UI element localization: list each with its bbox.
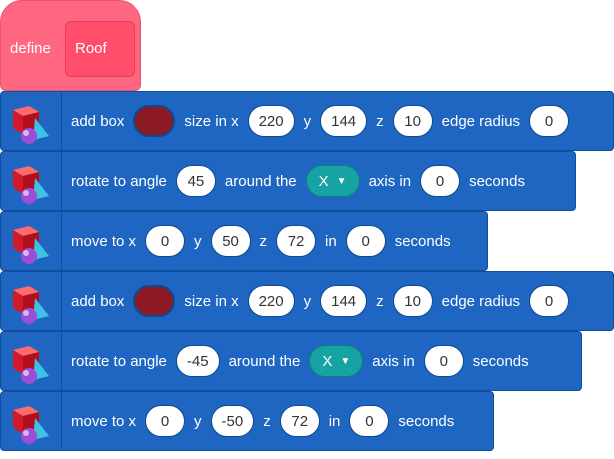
size-x-input[interactable]: 220	[247, 285, 295, 317]
time-input[interactable]: 0	[349, 405, 390, 437]
move-z-input[interactable]: 72	[279, 405, 320, 437]
block-icon-area	[1, 392, 62, 450]
edge-radius-label: edge radius	[441, 292, 521, 310]
define-label: define	[10, 40, 51, 57]
z-label: z	[263, 412, 271, 430]
define-name: Roof	[75, 40, 107, 57]
time-input[interactable]: 0	[423, 345, 464, 377]
3d-shapes-icon	[13, 166, 49, 204]
size-label: size in x	[184, 112, 239, 130]
move-block[interactable]: move to x 0 y -50 z 72 in 0 seconds	[0, 391, 494, 451]
move-y-input[interactable]: 50	[210, 225, 251, 257]
size-z-input[interactable]: 10	[392, 285, 433, 317]
z-label: z	[259, 232, 268, 250]
block-icon-area	[1, 212, 62, 270]
caret-down-icon: ▼	[340, 355, 351, 367]
rotate-block[interactable]: rotate to angle -45 around the X ▼ axis i…	[0, 331, 582, 391]
move-x-input[interactable]: 0	[145, 405, 186, 437]
caret-down-icon: ▼	[336, 175, 347, 187]
axis-in-label: axis in	[368, 172, 412, 190]
add-box-label: add box	[71, 112, 125, 130]
axis-value: X	[322, 352, 333, 370]
size-label: size in x	[184, 292, 239, 310]
block-icon-area	[1, 92, 62, 150]
move-label: move to x	[71, 412, 137, 430]
move-y-input[interactable]: -50	[210, 405, 255, 437]
move-x-input[interactable]: 0	[145, 225, 186, 257]
axis-in-label: axis in	[372, 352, 415, 370]
in-label: in	[325, 232, 337, 250]
y-label: y	[303, 292, 312, 310]
axis-dropdown[interactable]: X ▼	[305, 165, 360, 197]
move-label: move to x	[71, 232, 137, 250]
edge-radius-input[interactable]: 0	[529, 105, 570, 137]
seconds-label: seconds	[472, 352, 529, 370]
define-block[interactable]: define Roof	[0, 0, 141, 91]
rotate-label: rotate to angle	[71, 352, 167, 370]
add-box-label: add box	[71, 292, 125, 310]
size-z-input[interactable]: 10	[392, 105, 433, 137]
block-icon-area	[1, 332, 62, 390]
time-input[interactable]: 0	[345, 225, 386, 257]
angle-input[interactable]: 45	[175, 165, 216, 197]
move-z-input[interactable]: 72	[276, 225, 317, 257]
3d-shapes-icon	[13, 346, 49, 384]
3d-shapes-icon	[13, 226, 49, 264]
edge-radius-input[interactable]: 0	[529, 285, 570, 317]
3d-shapes-icon	[13, 106, 49, 144]
add-box-block[interactable]: add box size in x 220 y 144 z 10 edge ra…	[0, 271, 614, 331]
y-label: y	[194, 232, 202, 250]
seconds-label: seconds	[469, 172, 525, 190]
rotate-label: rotate to angle	[71, 172, 167, 190]
around-label: around the	[224, 172, 297, 190]
size-y-input[interactable]: 144	[320, 285, 368, 317]
block-icon-area	[1, 152, 62, 210]
define-name-slot[interactable]: Roof	[65, 21, 135, 77]
z-label: z	[376, 292, 384, 310]
rotate-block[interactable]: rotate to angle 45 around the X ▼ axis in…	[0, 151, 576, 211]
y-label: y	[303, 112, 312, 130]
in-label: in	[328, 412, 341, 430]
add-box-block[interactable]: add box size in x 220 y 144 z 10 edge ra…	[0, 91, 614, 151]
axis-dropdown[interactable]: X ▼	[309, 345, 364, 377]
y-label: y	[194, 412, 202, 430]
block-icon-area	[1, 272, 62, 330]
3d-shapes-icon	[13, 286, 49, 324]
time-input[interactable]: 0	[420, 165, 461, 197]
angle-input[interactable]: -45	[175, 345, 220, 377]
size-y-input[interactable]: 144	[320, 105, 368, 137]
move-block[interactable]: move to x 0 y 50 z 72 in 0 seconds	[0, 211, 488, 271]
3d-shapes-icon	[13, 406, 49, 444]
around-label: around the	[228, 352, 301, 370]
seconds-label: seconds	[394, 232, 451, 250]
size-x-input[interactable]: 220	[247, 105, 295, 137]
color-picker[interactable]	[133, 105, 176, 137]
color-picker[interactable]	[133, 285, 176, 317]
edge-radius-label: edge radius	[441, 112, 521, 130]
seconds-label: seconds	[398, 412, 455, 430]
z-label: z	[376, 112, 384, 130]
axis-value: X	[318, 172, 329, 190]
